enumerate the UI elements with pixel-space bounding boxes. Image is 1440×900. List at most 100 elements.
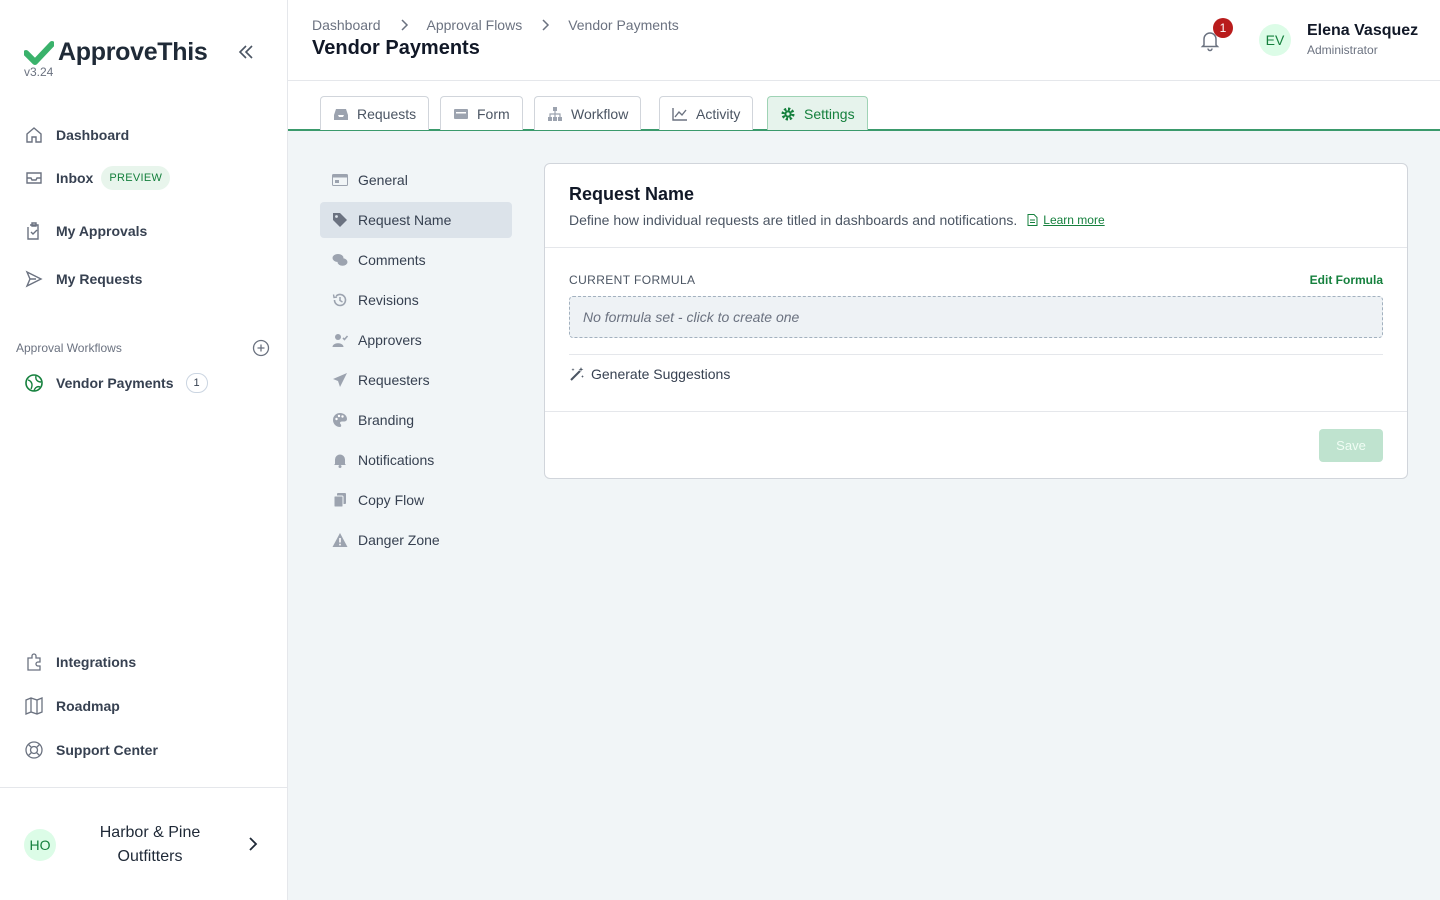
id-card-icon [332,174,348,186]
user-role: Administrator [1307,43,1378,57]
edit-formula-link[interactable]: Edit Formula [1310,273,1383,287]
workflow-item-vendor-payments[interactable]: Vendor Payments 1 [24,373,208,393]
nav-roadmap[interactable]: Roadmap [24,696,120,716]
tag-icon [333,213,347,227]
workflow-count-badge: 1 [185,373,208,393]
settings-menu-requesters[interactable]: Requesters [320,362,512,398]
generate-suggestions-button[interactable]: Generate Suggestions [569,366,730,382]
tab-label: Workflow [571,105,629,122]
nav-integrations[interactable]: Integrations [24,652,136,672]
nav-support-label: Support Center [56,742,158,758]
tab-bar: Requests Form Workflow Activity Settings [288,81,1440,131]
chevron-right-icon [400,19,408,31]
tab-form[interactable]: Form [440,96,523,130]
tab-label: Requests [357,105,417,122]
tab-workflow[interactable]: Workflow [534,96,642,130]
settings-menu-label: Request Name [358,212,452,228]
nav-my-requests[interactable]: My Requests [24,269,142,289]
logo-icon [24,40,54,65]
paper-plane-icon [333,373,347,387]
tab-settings[interactable]: Settings [767,96,868,130]
document-icon [1027,214,1038,226]
user-avatar[interactable]: EV [1259,24,1291,56]
nav-dashboard-label: Dashboard [56,127,130,143]
settings-menu-comments[interactable]: Comments [320,242,512,278]
generate-suggestions-label: Generate Suggestions [591,366,731,382]
settings-menu-request-name[interactable]: Request Name [320,202,512,238]
warning-icon [332,533,348,547]
settings-menu-approvers[interactable]: Approvers [320,322,512,358]
card-title: Request Name [569,184,695,204]
breadcrumb-approval-flows[interactable]: Approval Flows [427,17,523,33]
magic-wand-icon [570,367,584,381]
palette-icon [333,413,347,427]
nav-inbox-label: Inbox [56,170,94,186]
settings-menu-notifications[interactable]: Notifications [320,442,512,478]
card-divider [545,247,1407,248]
settings-menu-copy-flow[interactable]: Copy Flow [320,482,512,518]
nav-my-approvals-label: My Approvals [56,223,148,239]
inbox-tray-icon [334,108,348,120]
line-chart-icon [672,107,687,121]
nav-my-approvals[interactable]: My Approvals [24,221,147,241]
formula-placeholder: No formula set - click to create one [583,309,800,325]
tab-requests[interactable]: Requests [320,96,430,130]
learn-more-label: Learn more [1043,213,1105,227]
notification-badge: 1 [1213,18,1233,38]
map-icon [25,697,43,715]
settings-menu-danger-zone[interactable]: Danger Zone [320,522,512,558]
card-description-text: Define how individual requests are title… [569,212,1018,228]
workflow-label: Vendor Payments [56,375,174,391]
request-name-card: Request Name Define how individual reque… [544,163,1408,479]
settings-menu-revisions[interactable]: Revisions [320,282,512,318]
lifebuoy-icon [25,741,43,759]
sidebar: ApproveThis v3.24 Dashboard Inbox PREVIE… [0,0,288,900]
formula-box[interactable]: No formula set - click to create one [569,296,1383,338]
preview-badge: PREVIEW [101,166,171,190]
learn-more-link[interactable]: Learn more [1027,213,1105,227]
gear-icon [781,107,795,120]
brand-name: ApproveThis [58,38,208,66]
settings-menu-label: Danger Zone [358,532,440,548]
workflow-globe-icon [25,374,43,392]
form-icon [454,108,468,119]
header: Dashboard Approval Flows Vendor Payments… [288,0,1440,81]
nav-dashboard[interactable]: Dashboard [24,125,129,145]
user-check-icon [332,334,348,347]
user-name: Elena Vasquez [1307,22,1419,39]
formula-divider [569,354,1383,355]
nav-integrations-label: Integrations [56,654,137,670]
settings-menu-branding[interactable]: Branding [320,402,512,438]
breadcrumb-vendor-payments[interactable]: Vendor Payments [568,17,679,33]
breadcrumb-dashboard[interactable]: Dashboard [312,17,381,33]
tab-label: Form [477,105,510,122]
chevron-right-icon[interactable] [244,835,262,853]
copy-icon [333,493,346,508]
settings-menu-label: Comments [358,252,426,268]
card-footer-divider [545,411,1407,412]
settings-menu-general[interactable]: General [320,162,512,198]
page-title: Vendor Payments [312,37,480,59]
org-switcher[interactable]: HO Harbor & Pine Outfitters [0,787,287,900]
settings-menu-label: Copy Flow [358,492,425,508]
nav-roadmap-label: Roadmap [56,698,120,714]
settings-menu-label: Notifications [358,452,435,468]
collapse-sidebar-icon[interactable] [236,42,256,62]
settings-menu-label: Approvers [358,332,422,348]
card-description: Define how individual requests are title… [569,212,1105,228]
inbox-icon [26,172,42,184]
tab-activity[interactable]: Activity [659,96,754,130]
org-avatar: HO [24,829,56,861]
nav-inbox[interactable]: Inbox PREVIEW [24,166,171,190]
brand[interactable]: ApproveThis [24,38,208,67]
history-icon [332,293,347,307]
sitemap-icon [548,106,562,121]
nav-support-center[interactable]: Support Center [24,740,158,760]
tab-label: Settings [804,105,855,122]
save-button[interactable]: Save [1319,429,1383,462]
chevron-right-icon [542,19,550,31]
version-label: v3.24 [24,65,54,79]
add-workflow-icon[interactable] [252,339,270,357]
formula-label: CURRENT FORMULA [569,273,696,287]
clipboard-check-icon [27,222,39,240]
